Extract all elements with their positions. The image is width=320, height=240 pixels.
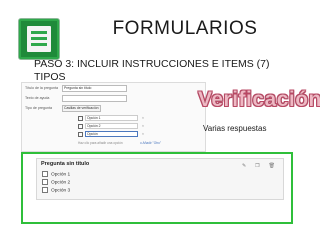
help-text-field[interactable] bbox=[62, 95, 127, 102]
question-preview-card[interactable]: Pregunta sin título ✎ ❐ 🗑 Opción 1 Opción … bbox=[36, 158, 284, 200]
checkbox-icon bbox=[78, 123, 83, 129]
verification-caption: Varias respuestas bbox=[203, 124, 267, 133]
preview-option-2[interactable]: Opción 2 bbox=[42, 179, 70, 185]
editor-option-2[interactable]: Opción 2 × bbox=[78, 123, 144, 129]
question-type-select[interactable]: Casillas de verificación bbox=[62, 105, 101, 112]
editor-option-1[interactable]: Opción 1 × bbox=[78, 115, 144, 121]
checkbox-icon[interactable] bbox=[42, 179, 48, 185]
checkbox-icon bbox=[78, 115, 83, 121]
checkbox-icon[interactable] bbox=[42, 187, 48, 193]
step-line-1: PASO 3: INCLUIR INSTRUCCIONES E ITEMS (7… bbox=[34, 58, 270, 70]
preview-question-title: Pregunta sin título bbox=[41, 161, 90, 167]
close-icon[interactable]: × bbox=[142, 124, 144, 128]
label-question-title: Título de la pregunta bbox=[25, 86, 58, 90]
close-icon[interactable]: × bbox=[142, 116, 144, 120]
page-title: FORMULARIOS bbox=[112, 18, 258, 39]
checkbox-icon bbox=[78, 131, 83, 137]
close-icon[interactable]: × bbox=[142, 132, 144, 136]
copy-icon[interactable]: ❐ bbox=[255, 163, 259, 169]
preview-option-3[interactable]: Opción 3 bbox=[42, 187, 70, 193]
preview-option-1[interactable]: Opción 1 bbox=[42, 171, 70, 177]
question-preview-screenshot: Pregunta sin título ✎ ❐ 🗑 Opción 1 Opción … bbox=[21, 152, 293, 224]
delete-icon[interactable]: 🗑 bbox=[269, 163, 275, 169]
question-editor-screenshot: Título de la pregunta Texto de ayuda Tip… bbox=[21, 82, 206, 152]
preview-actions: ✎ ❐ 🗑 bbox=[233, 163, 275, 169]
editor-option-3[interactable]: Opción × bbox=[78, 131, 144, 137]
checkbox-icon[interactable] bbox=[42, 171, 48, 177]
add-option-placeholder[interactable]: Haz clic para añadir una opción bbox=[78, 141, 123, 145]
verification-heading: Verificación bbox=[198, 88, 320, 111]
step-instruction: PASO 3: INCLUIR INSTRUCCIONES E ITEMS (7… bbox=[34, 58, 270, 83]
edit-icon[interactable]: ✎ bbox=[242, 163, 246, 169]
add-other-link[interactable]: o Añadir "Otro" bbox=[140, 141, 161, 145]
label-help-text: Texto de ayuda bbox=[25, 96, 50, 100]
question-title-field[interactable]: Pregunta sin título bbox=[62, 85, 127, 92]
label-question-type: Tipo de pregunta bbox=[25, 106, 53, 110]
